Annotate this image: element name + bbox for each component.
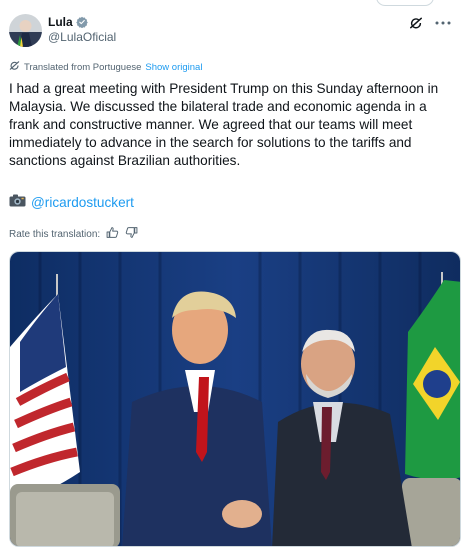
mention-link[interactable]: @ricardostuckert [31,195,134,210]
more-icon[interactable] [435,20,451,26]
thumbs-down-icon[interactable] [125,226,138,242]
author-handle[interactable]: @LulaOficial [48,30,116,44]
thumbs-up-icon[interactable] [106,226,119,242]
rate-translation: Rate this translation: [9,226,138,242]
top-button-edge[interactable] [376,0,434,6]
grok-icon[interactable] [409,16,423,30]
author-display-name[interactable]: Lula [48,15,73,29]
photo-credit: @ricardostuckert [9,194,134,210]
show-original-link[interactable]: Show original [145,62,202,73]
post-photo[interactable] [9,251,461,547]
camera-icon [9,194,26,210]
translate-icon [9,60,20,74]
verified-icon [75,16,88,28]
translation-notice: Translated from Portuguese Show original [9,60,202,74]
avatar[interactable] [9,14,42,47]
translation-notice-text: Translated from Portuguese [24,61,142,73]
post-header: Lula @LulaOficial [9,14,451,50]
rate-label: Rate this translation: [9,228,101,240]
post-text: I had a great meeting with President Tru… [9,81,439,168]
